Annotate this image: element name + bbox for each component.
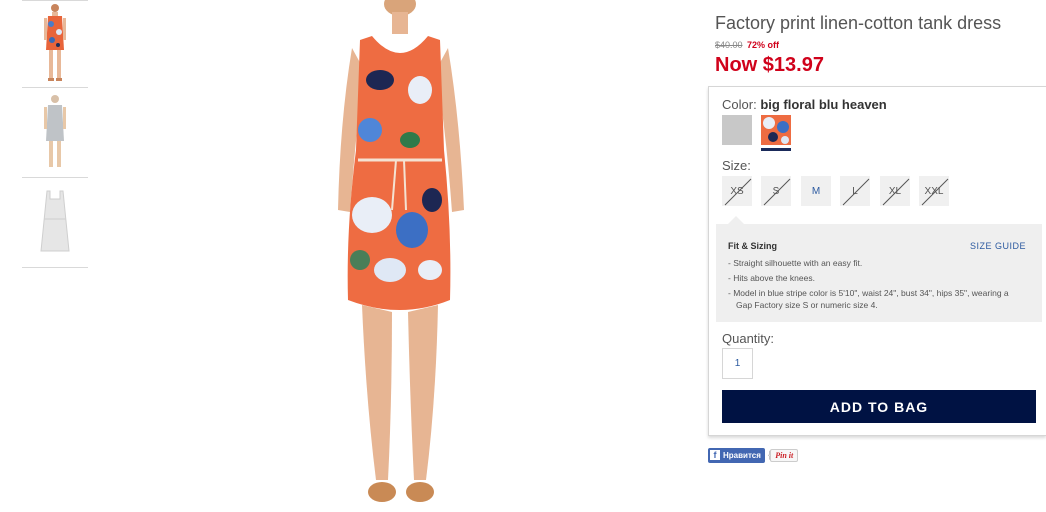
size-option-xs[interactable]: XS: [722, 176, 752, 206]
size-option-label: M: [811, 185, 821, 197]
floral-swatch-pattern: [761, 115, 791, 145]
fit-box-notch: [728, 216, 744, 224]
unavailable-slash-icon: [921, 178, 949, 206]
color-label: Color: big floral blu heaven: [722, 97, 887, 112]
size-option-s[interactable]: S: [761, 176, 791, 206]
selected-swatch-indicator: [761, 148, 791, 151]
product-title: Factory print linen-cotton tank dress: [715, 13, 1002, 33]
color-swatch-grey[interactable]: [722, 115, 752, 145]
fit-detail-item: - Model in blue stripe color is 5'10", w…: [728, 288, 1009, 310]
percent-off: 72% off: [747, 40, 780, 50]
product-info: Factory print linen-cotton tank dress $4…: [715, 0, 1046, 77]
purchase-panel: Color: big floral blu heaven Size: XS S …: [708, 86, 1046, 436]
pinterest-wrapper: { Pin it: [768, 448, 799, 462]
unavailable-slash-icon: [842, 178, 870, 206]
thumbnail-white-flat[interactable]: [22, 178, 88, 268]
dress-white-thumb-image: [40, 190, 70, 251]
model-in-floral-dress-image: [338, 0, 464, 502]
unavailable-slash-icon: [724, 178, 752, 206]
fit-detail-item: - Straight silhouette with an easy fit.: [728, 258, 863, 268]
facebook-like-label: Нравится: [723, 450, 761, 460]
unavailable-slash-icon: [763, 178, 791, 206]
size-option-xl[interactable]: XL: [880, 176, 910, 206]
quantity-label: Quantity:: [722, 331, 775, 346]
dress-grey-thumb-image: [44, 94, 66, 167]
facebook-like-button[interactable]: f Нравится: [708, 447, 765, 463]
fit-details-list: - Straight silhouette with an easy fit. …: [728, 257, 1018, 314]
size-option-l[interactable]: L: [840, 176, 870, 206]
fit-title: Fit & Sizing: [728, 241, 777, 251]
facebook-icon: f: [710, 450, 720, 460]
thumbnail-list: [22, 0, 88, 268]
size-label: Size:: [722, 158, 751, 173]
social-share-bar: f Нравится { Pin it: [708, 447, 799, 463]
thumbnail-front-floral[interactable]: [22, 0, 88, 88]
pinterest-pin-button[interactable]: Pin it: [770, 448, 799, 462]
price-row: $40.00 72% off: [715, 40, 1046, 51]
size-option-m[interactable]: M: [801, 176, 831, 206]
color-swatch-floral[interactable]: [761, 115, 791, 145]
fit-detail-item: - Hits above the knees.: [728, 273, 815, 283]
size-option-xxl[interactable]: XXL: [919, 176, 949, 206]
unavailable-slash-icon: [882, 178, 910, 206]
selected-color-name: big floral blu heaven: [760, 97, 887, 112]
color-label-text: Color:: [722, 97, 757, 112]
add-to-bag-button[interactable]: ADD TO BAG: [722, 390, 1036, 423]
quantity-input[interactable]: 1: [722, 348, 753, 379]
thumbnail-back-grey[interactable]: [22, 88, 88, 178]
original-price: $40.00: [715, 40, 743, 50]
size-guide-link[interactable]: SIZE GUIDE: [970, 241, 1026, 251]
dress-floral-thumb-image: [44, 4, 66, 81]
sale-price: Now $13.97: [715, 54, 824, 76]
fit-and-sizing-box: Fit & Sizing SIZE GUIDE - Straight silho…: [716, 216, 1042, 322]
main-product-image[interactable]: [300, 0, 500, 512]
